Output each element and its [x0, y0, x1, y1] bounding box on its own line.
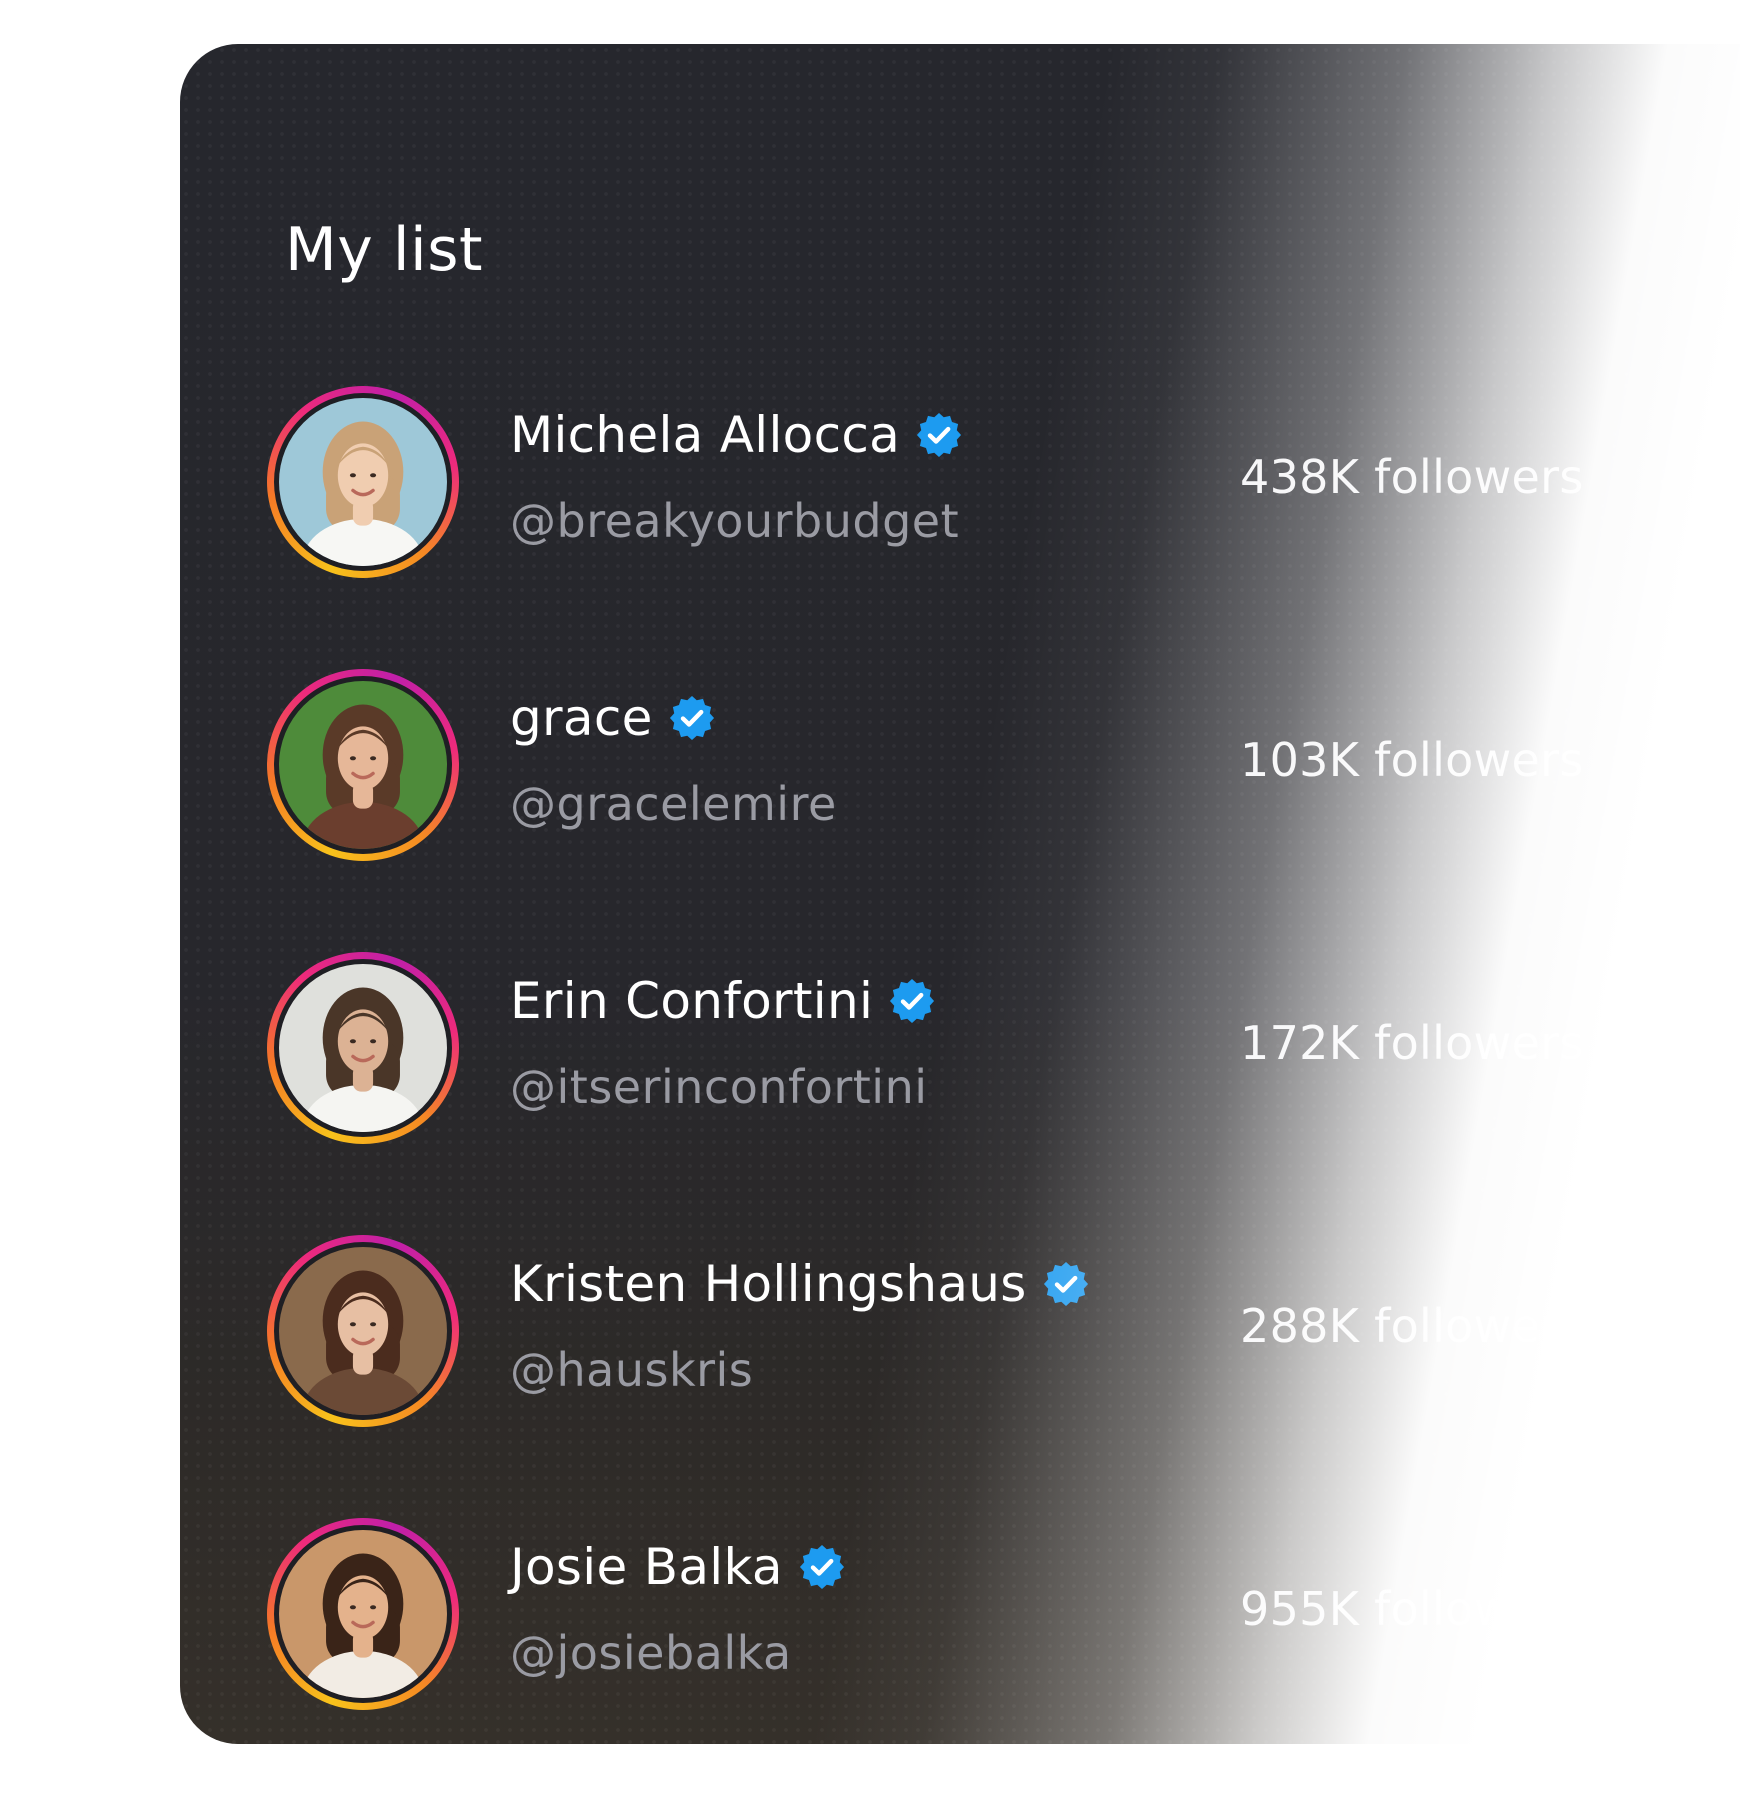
- follower-count: 955K followers: [1240, 1582, 1584, 1636]
- creator-handle[interactable]: @hauskris: [510, 1347, 753, 1393]
- avatar-story-ring[interactable]: [267, 1518, 459, 1710]
- creator-name[interactable]: Michela Allocca: [510, 410, 900, 460]
- creator-name[interactable]: Erin Confortini: [510, 976, 873, 1026]
- list-item[interactable]: grace @gracelemire 103K followers: [180, 669, 1740, 869]
- avatar-story-ring[interactable]: [267, 1235, 459, 1427]
- avatar: [279, 681, 447, 849]
- creator-name[interactable]: Kristen Hollingshaus: [510, 1259, 1027, 1309]
- creator-handle[interactable]: @breakyourbudget: [510, 498, 959, 544]
- avatar: [279, 1530, 447, 1698]
- list-item[interactable]: Michela Allocca @breakyourbudget 438K fo…: [180, 386, 1740, 586]
- verified-badge-icon: [1043, 1261, 1089, 1307]
- verified-badge-icon: [669, 695, 715, 741]
- avatar: [279, 1247, 447, 1415]
- verified-badge-icon: [799, 1544, 845, 1590]
- verified-badge-icon: [889, 978, 935, 1024]
- list-item[interactable]: Kristen Hollingshaus @hauskris 288K foll…: [180, 1235, 1740, 1435]
- avatar: [279, 398, 447, 566]
- follower-count: 103K followers: [1240, 733, 1584, 787]
- avatar-story-ring[interactable]: [267, 386, 459, 578]
- creator-name[interactable]: grace: [510, 693, 653, 743]
- creator-handle[interactable]: @gracelemire: [510, 781, 837, 827]
- avatar: [279, 964, 447, 1132]
- fade-overlay: [180, 44, 1740, 1744]
- avatar-story-ring[interactable]: [267, 952, 459, 1144]
- verified-badge-icon: [916, 412, 962, 458]
- avatar-story-ring[interactable]: [267, 669, 459, 861]
- follower-count: 172K followers: [1240, 1016, 1584, 1070]
- list-title: My list: [285, 215, 483, 285]
- list-item[interactable]: Erin Confortini @itserinconfortini 172K …: [180, 952, 1740, 1152]
- creator-list-card: My list Michela Allocca @breakyourbudget…: [180, 44, 1740, 1744]
- creator-name[interactable]: Josie Balka: [510, 1542, 783, 1592]
- follower-count: 288K followers: [1240, 1299, 1584, 1353]
- creator-handle[interactable]: @josiebalka: [510, 1630, 792, 1676]
- creator-handle[interactable]: @itserinconfortini: [510, 1064, 928, 1110]
- follower-count: 438K followers: [1240, 450, 1584, 504]
- list-item[interactable]: Josie Balka @josiebalka 955K followers: [180, 1518, 1740, 1718]
